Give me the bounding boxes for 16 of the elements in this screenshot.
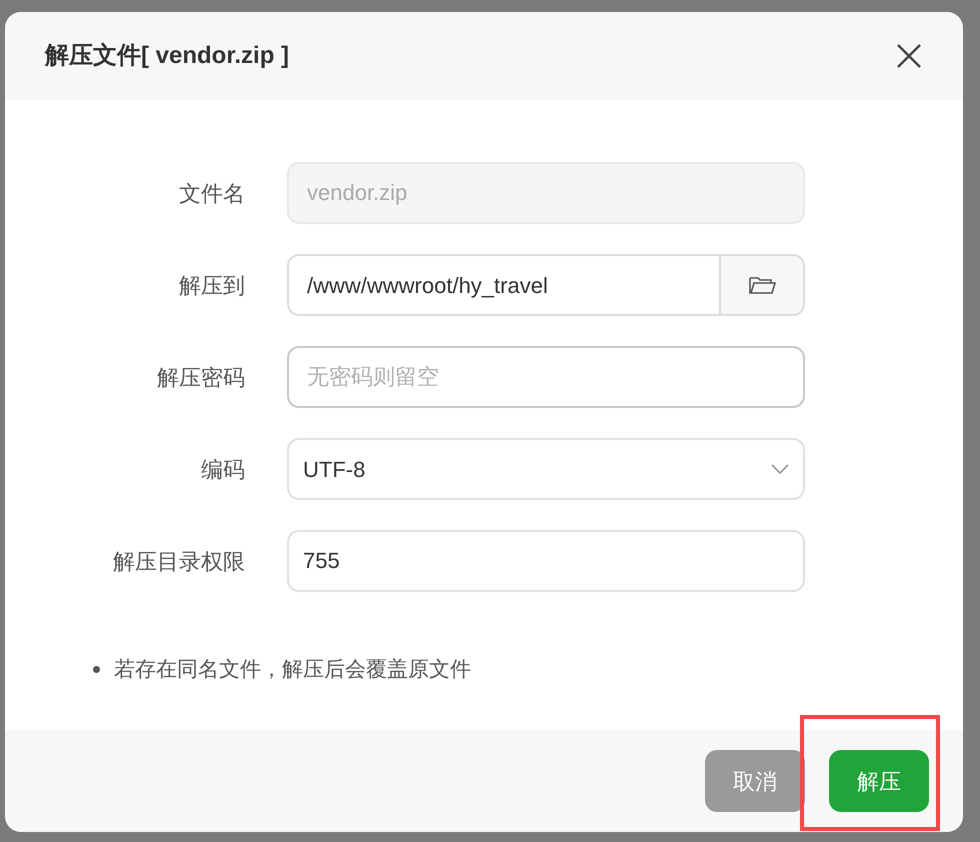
bullet-icon <box>93 666 100 674</box>
field-label: 编码 <box>200 456 245 484</box>
path-field[interactable]: /www/wwwroot/hy_travel <box>287 254 805 316</box>
dialog-title: 解压文件[ vendor.zip ] <box>45 41 290 71</box>
field-label: 解压目录权限 <box>112 548 245 576</box>
chevron-down-icon <box>771 464 789 474</box>
note-text: 若存在同名文件，解压后会覆盖原文件 <box>114 657 471 683</box>
field-label: 解压密码 <box>156 364 245 392</box>
password-field[interactable]: 无密码则留空 <box>287 346 805 408</box>
folder-icon <box>748 274 776 296</box>
encoding-select[interactable]: UTF-8 <box>287 438 805 500</box>
permission-field[interactable]: 755 <box>287 530 805 592</box>
folder-button[interactable] <box>719 256 803 314</box>
field-label: 解压到 <box>178 272 245 300</box>
field-label: 文件名 <box>178 180 245 208</box>
close-icon <box>896 43 922 69</box>
